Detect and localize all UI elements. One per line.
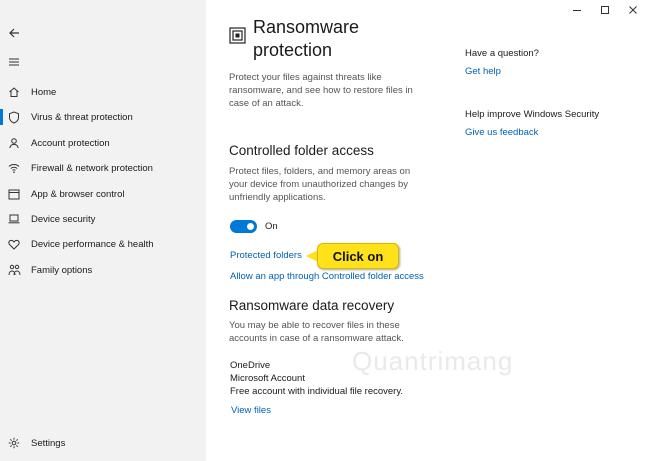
sidebar-item-app-browser-control[interactable]: App & browser control [0,182,206,206]
cfa-heading: Controlled folder access [229,143,374,158]
get-help-link[interactable]: Get help [465,66,501,77]
protected-folders-link[interactable]: Protected folders [230,250,302,261]
onedrive-label: OneDrive [230,360,271,371]
sidebar-item-label: Device performance & health [31,238,154,250]
wifi-icon [7,161,21,175]
allow-app-link[interactable]: Allow an app through Controlled folder a… [230,271,424,282]
sidebar-item-label: Virus & threat protection [31,111,133,123]
sidebar-item-device-security[interactable]: Device security [0,207,206,231]
sidebar-item-label: Home [31,86,57,98]
sidebar-item-home[interactable]: Home [0,80,206,104]
cfa-toggle[interactable] [230,220,257,233]
improve-heading: Help improve Windows Security [465,109,600,120]
recovery-description: You may be able to recover files in thes… [229,320,404,344]
sidebar-item-device-performance-health[interactable]: Device performance & health [0,232,206,256]
cfa-description: Protect files, folders, and memory areas… [229,166,411,203]
main-content: Ransomware protection Protect your files… [206,0,650,461]
sidebar-item-firewall-network-protection[interactable]: Firewall & network protection [0,156,206,180]
shield-icon [7,110,21,124]
gear-icon [7,436,21,450]
toggle-knob [247,223,254,230]
sidebar-item-label: Device security [31,213,96,225]
toggle-state-label: On [265,221,278,232]
sidebar-item-settings[interactable]: Settings [0,431,206,455]
give-feedback-link[interactable]: Give us feedback [465,127,538,138]
sidebar-item-label: Family options [31,264,93,276]
page-title: Ransomware protection [253,17,360,60]
sidebar-item-virus-threat-protection[interactable]: Virus & threat protection [0,105,206,129]
family-icon [7,263,21,277]
sidebar-item-label: Account protection [31,137,110,149]
sidebar-item-label: Settings [31,437,66,449]
sidebar: Home Virus & threat protection Account p… [0,0,206,461]
question-heading: Have a question? [465,48,539,59]
watermark: Quantrimang [352,346,514,376]
laptop-icon [7,212,21,226]
person-icon [7,136,21,150]
hamburger-menu-icon[interactable] [6,54,22,70]
page-description: Protect your files against threats like … [229,72,413,109]
back-arrow-icon[interactable] [6,25,22,41]
sidebar-item-family-options[interactable]: Family options [0,258,206,282]
recovery-heading: Ransomware data recovery [229,298,395,313]
ransomware-icon [229,27,246,44]
home-icon [7,85,21,99]
plan-label: Free account with individual file recove… [230,386,404,397]
click-on-callout: Click on [317,243,399,269]
account-label: Microsoft Account [230,373,305,384]
sidebar-item-label: App & browser control [31,188,125,200]
view-files-link[interactable]: View files [231,405,271,416]
app-window-icon [7,187,21,201]
sidebar-item-account-protection[interactable]: Account protection [0,131,206,155]
heart-icon [7,237,21,251]
sidebar-item-label: Firewall & network protection [31,162,153,174]
